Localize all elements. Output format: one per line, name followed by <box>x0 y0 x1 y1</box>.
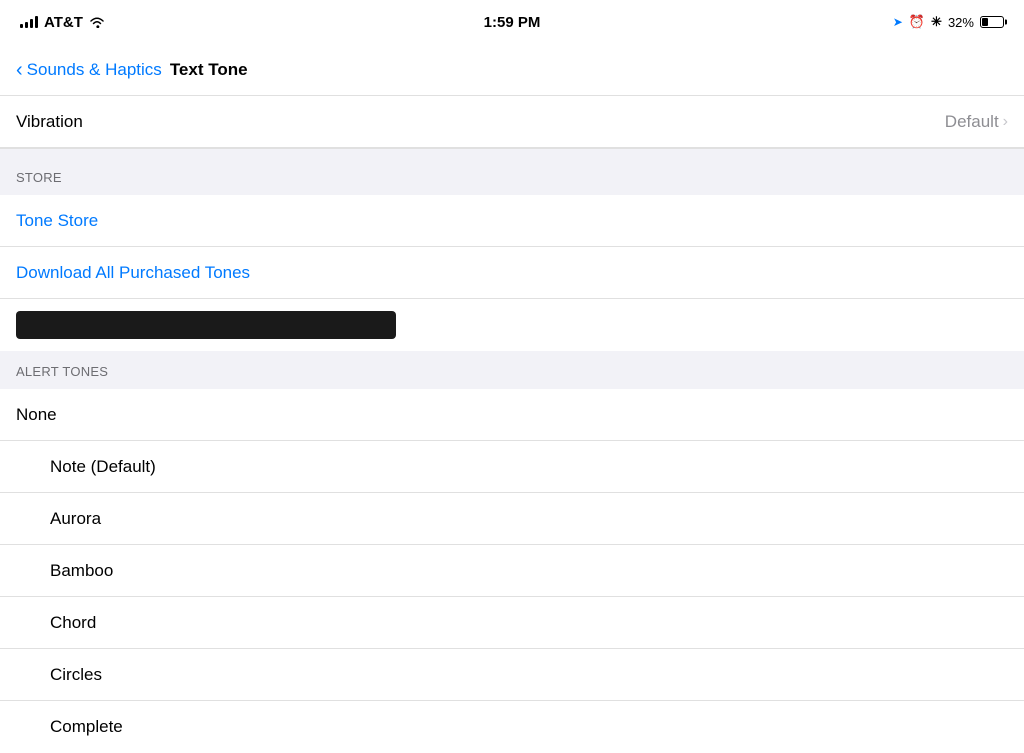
tone-label-note-default: Note (Default) <box>50 457 156 477</box>
download-tones-row[interactable]: Download All Purchased Tones <box>0 247 1024 299</box>
vibration-row[interactable]: Vibration Default › <box>0 96 1024 148</box>
alert-tones-header-text: ALERT TONES <box>16 364 108 379</box>
vibration-chevron-icon: › <box>1003 113 1008 131</box>
location-icon: ➤ <box>893 15 903 29</box>
tone-label-none: None <box>16 405 57 425</box>
back-label: Sounds & Haptics <box>27 60 162 80</box>
battery-icon <box>980 16 1004 28</box>
tone-row-circles[interactable]: Circles <box>0 649 1024 701</box>
status-time: 1:59 PM <box>484 14 541 31</box>
tone-label-complete: Complete <box>50 717 123 737</box>
nav-header: ‹ Sounds & Haptics Text Tone <box>0 44 1024 96</box>
wifi-icon <box>89 16 105 28</box>
redacted-block <box>16 311 396 339</box>
tone-row-complete[interactable]: Complete <box>0 701 1024 753</box>
vibration-value: Default › <box>945 112 1008 132</box>
page-title: Text Tone <box>170 60 248 80</box>
redacted-row <box>0 299 1024 351</box>
back-chevron-icon: ‹ <box>16 60 23 80</box>
tone-label-aurora: Aurora <box>50 509 101 529</box>
tone-list: None Note (Default) Aurora Bamboo Chord … <box>0 389 1024 753</box>
store-section-header: STORE <box>0 149 1024 195</box>
tone-row-chord[interactable]: Chord <box>0 597 1024 649</box>
store-section: Tone Store Download All Purchased Tones <box>0 195 1024 351</box>
signal-bars-icon <box>20 16 38 28</box>
tone-row-aurora[interactable]: Aurora <box>0 493 1024 545</box>
tone-store-label: Tone Store <box>16 211 98 231</box>
status-right: ➤ ⏰ ✳ 32% <box>884 14 1004 30</box>
back-button[interactable]: ‹ Sounds & Haptics <box>16 60 162 80</box>
alarm-icon: ⏰ <box>909 14 925 30</box>
vibration-label: Vibration <box>16 112 945 132</box>
tone-label-circles: Circles <box>50 665 102 685</box>
bluetooth-icon: ✳ <box>931 14 942 30</box>
status-left: AT&T <box>20 14 140 31</box>
tone-row-bamboo[interactable]: Bamboo <box>0 545 1024 597</box>
alert-tones-section-header: ALERT TONES <box>0 351 1024 389</box>
tone-row-note-default[interactable]: Note (Default) <box>0 441 1024 493</box>
status-bar: AT&T 1:59 PM ➤ ⏰ ✳ 32% <box>0 0 1024 44</box>
tone-store-row[interactable]: Tone Store <box>0 195 1024 247</box>
tone-label-chord: Chord <box>50 613 96 633</box>
tone-label-bamboo: Bamboo <box>50 561 113 581</box>
tone-row-none[interactable]: None <box>0 389 1024 441</box>
store-header-text: STORE <box>16 170 62 185</box>
download-tones-label: Download All Purchased Tones <box>16 263 250 283</box>
carrier-label: AT&T <box>44 14 83 31</box>
battery-percentage: 32% <box>948 15 974 30</box>
